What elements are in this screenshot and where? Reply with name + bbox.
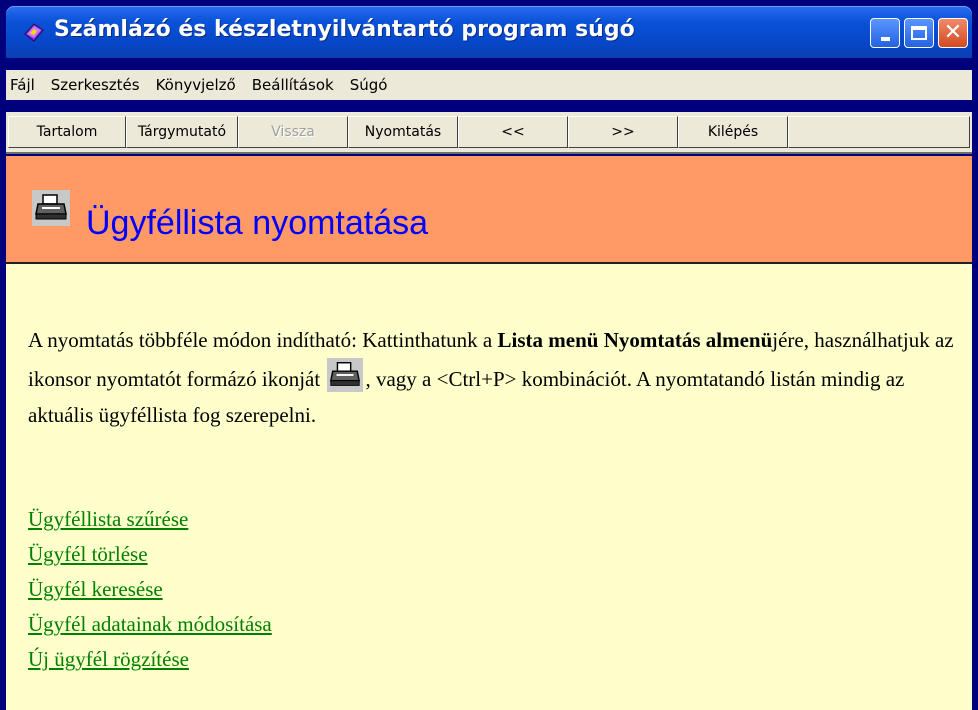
link-edit-client-data[interactable]: Ügyfél adatainak módosítása (28, 607, 272, 642)
toolbar-filler (788, 116, 970, 148)
maximize-icon (911, 26, 927, 40)
menu-file[interactable]: Fájl (6, 76, 43, 94)
menu-settings[interactable]: Beállítások (244, 76, 342, 94)
menu-path-text: Lista menü Nyomtatás almenü (497, 328, 773, 352)
contents-button[interactable]: Tartalom (8, 116, 126, 148)
printer-icon (32, 190, 70, 226)
print-button[interactable]: Nyomtatás (348, 116, 458, 148)
link-new-client[interactable]: Új ügyfél rögzítése (28, 642, 272, 677)
link-filter-client-list[interactable]: Ügyféllista szűrése (28, 502, 272, 537)
help-window: Számlázó és készletnyilvántartó program … (0, 0, 978, 710)
back-button[interactable]: Vissza (238, 116, 348, 148)
next-topic-button[interactable]: >> (568, 116, 678, 148)
minimize-button[interactable] (870, 18, 900, 48)
description-paragraph: A nyomtatás többféle módon indítható: Ka… (28, 322, 958, 433)
menu-edit[interactable]: Szerkesztés (43, 76, 148, 94)
window-title: Számlázó és készletnyilvántartó program … (54, 17, 635, 42)
minimize-icon (880, 37, 890, 41)
menu-help[interactable]: Súgó (342, 76, 396, 94)
description-text-start: A nyomtatás többféle módon indítható: Ka… (28, 328, 498, 352)
title-bar[interactable]: Számlázó és készletnyilvántartó program … (6, 6, 972, 58)
toolbar: Tartalom Tárgymutató Vissza Nyomtatás <<… (6, 112, 972, 154)
link-search-client[interactable]: Ügyfél keresése (28, 572, 272, 607)
index-button[interactable]: Tárgymutató (126, 116, 238, 148)
page-title: Ügyféllista nyomtatása (86, 204, 429, 242)
link-delete-client[interactable]: Ügyfél törlése (28, 537, 272, 572)
topic-header: Ügyféllista nyomtatása (6, 156, 972, 264)
related-links: Ügyféllista szűrése Ügyfél törlése Ügyfé… (28, 502, 272, 677)
previous-topic-button[interactable]: << (458, 116, 568, 148)
help-book-icon (24, 23, 44, 42)
printer-icon (327, 358, 364, 392)
topic-content: A nyomtatás többféle módon indítható: Ka… (6, 264, 972, 710)
menu-bar: Fájl Szerkesztés Könyvjelző Beállítások … (6, 70, 972, 100)
close-button[interactable]: ✕ (938, 18, 968, 48)
close-icon: ✕ (943, 20, 963, 45)
menu-bookmarks[interactable]: Könyvjelző (148, 76, 244, 94)
exit-button[interactable]: Kilépés (678, 116, 788, 148)
maximize-button[interactable] (904, 18, 934, 48)
